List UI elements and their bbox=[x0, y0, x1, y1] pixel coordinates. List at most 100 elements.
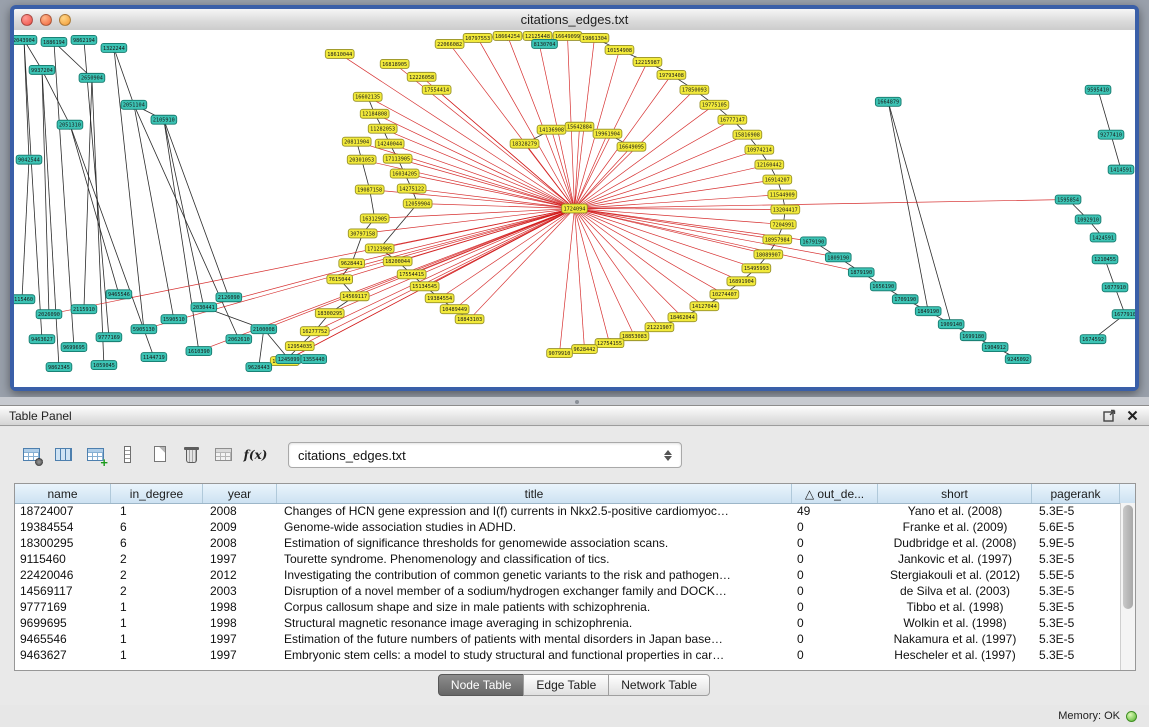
table-row[interactable]: 946362711997Embryonic stem cells: a mode… bbox=[15, 647, 1120, 663]
float-panel-icon[interactable] bbox=[1102, 408, 1117, 423]
close-window-button[interactable] bbox=[21, 14, 33, 26]
rows-icon[interactable] bbox=[114, 442, 141, 468]
svg-text:9628441: 9628441 bbox=[341, 261, 363, 267]
svg-text:1809190: 1809190 bbox=[827, 255, 849, 261]
table-row[interactable]: 1456911722003Disruption of a novel membe… bbox=[15, 583, 1120, 599]
column-header-out_de[interactable]: △ out_de... bbox=[792, 484, 878, 503]
table-row[interactable]: 1830029562008Estimation of significance … bbox=[15, 535, 1120, 551]
table-cell: 5.9E-5 bbox=[1032, 536, 1120, 550]
svg-text:16034205: 16034205 bbox=[392, 171, 417, 177]
split-divider[interactable] bbox=[0, 397, 1149, 405]
window-titlebar[interactable]: citations_edges.txt bbox=[14, 9, 1135, 31]
table-header-row: namein_degreeyeartitle△ out_de...shortpa… bbox=[15, 484, 1135, 504]
table-vertical-scrollbar[interactable] bbox=[1120, 503, 1135, 670]
table-row[interactable]: 911546021997Tourette syndrome. Phenomeno… bbox=[15, 551, 1120, 567]
table-cell: de Silva et al. (2003) bbox=[878, 584, 1032, 598]
table-cell: 49 bbox=[792, 504, 878, 518]
close-panel-icon[interactable] bbox=[1125, 408, 1140, 423]
show-columns-icon[interactable] bbox=[50, 442, 77, 468]
svg-text:16602135: 16602135 bbox=[355, 95, 380, 101]
import-table-icon[interactable] bbox=[210, 442, 237, 468]
table-panel-title: Table Panel bbox=[9, 409, 72, 423]
svg-text:18843103: 18843103 bbox=[457, 317, 482, 323]
svg-text:1709190: 1709190 bbox=[894, 297, 916, 303]
svg-text:9245092: 9245092 bbox=[1007, 357, 1029, 363]
svg-text:9699695: 9699695 bbox=[63, 345, 85, 351]
svg-text:9595410: 9595410 bbox=[1087, 88, 1109, 94]
table-cell: 0 bbox=[792, 568, 878, 582]
network-view-window[interactable]: citations_edges.txt 18610044168189051222… bbox=[10, 5, 1139, 391]
table-row[interactable]: 977716911998Corpus callosum shape and si… bbox=[15, 599, 1120, 615]
table-cell: 0 bbox=[792, 648, 878, 662]
svg-text:19087158: 19087158 bbox=[357, 187, 382, 193]
tab-edge-table[interactable]: Edge Table bbox=[523, 674, 609, 696]
column-header-year[interactable]: year bbox=[203, 484, 277, 503]
svg-text:1656190: 1656190 bbox=[872, 284, 894, 290]
svg-text:10974214: 10974214 bbox=[747, 148, 772, 154]
svg-text:2115910: 2115910 bbox=[73, 307, 95, 313]
svg-text:2043904: 2043904 bbox=[14, 38, 35, 44]
table-cell: 2 bbox=[111, 552, 203, 566]
new-file-icon[interactable] bbox=[146, 442, 173, 468]
svg-text:1664879: 1664879 bbox=[877, 100, 899, 106]
svg-text:9937204: 9937204 bbox=[31, 68, 53, 74]
table-row[interactable]: 2242004622012Investigating the contribut… bbox=[15, 567, 1120, 583]
table-cell: 9465546 bbox=[15, 632, 111, 646]
table-cell: Wolkin et al. (1998) bbox=[878, 616, 1032, 630]
table-cell: 1998 bbox=[203, 616, 277, 630]
table-cell: 0 bbox=[792, 584, 878, 598]
svg-text:9465546: 9465546 bbox=[108, 292, 130, 298]
table-cell: Yano et al. (2008) bbox=[878, 504, 1032, 518]
svg-text:16649099: 16649099 bbox=[555, 34, 580, 40]
svg-text:21221907: 21221907 bbox=[647, 325, 672, 331]
table-settings-icon[interactable] bbox=[18, 442, 45, 468]
table-cell: 6 bbox=[111, 520, 203, 534]
table-cell: 1 bbox=[111, 632, 203, 646]
table-cell: Estimation of significance thresholds fo… bbox=[277, 536, 792, 550]
column-header-short[interactable]: short bbox=[878, 484, 1032, 503]
table-cell: 1997 bbox=[203, 552, 277, 566]
edit-table-icon[interactable] bbox=[82, 442, 109, 468]
column-header-title[interactable]: title bbox=[277, 484, 792, 503]
zoom-window-button[interactable] bbox=[59, 14, 71, 26]
svg-text:16649095: 16649095 bbox=[619, 145, 644, 151]
tab-node-table[interactable]: Node Table bbox=[438, 674, 525, 696]
table-row[interactable]: 1938455462009Genome-wide association stu… bbox=[15, 519, 1120, 535]
svg-text:18328279: 18328279 bbox=[512, 142, 537, 148]
svg-text:16891904: 16891904 bbox=[729, 279, 754, 285]
svg-text:18200044: 18200044 bbox=[385, 259, 410, 265]
svg-text:2100008: 2100008 bbox=[253, 327, 275, 333]
delete-icon[interactable] bbox=[178, 442, 205, 468]
function-icon[interactable]: f(x) bbox=[242, 442, 269, 468]
svg-text:1909140: 1909140 bbox=[940, 322, 962, 328]
table-source-select[interactable]: citations_edges.txt bbox=[288, 442, 682, 468]
svg-text:1679190: 1679190 bbox=[802, 239, 824, 245]
header-scrollbar-stub bbox=[1120, 484, 1135, 503]
column-header-pagerank[interactable]: pagerank bbox=[1032, 484, 1120, 503]
table-row[interactable]: 1872400712008Changes of HCN gene express… bbox=[15, 503, 1120, 519]
table-cell: 0 bbox=[792, 520, 878, 534]
column-header-name[interactable]: name bbox=[15, 484, 111, 503]
svg-text:17554414: 17554414 bbox=[424, 88, 449, 94]
svg-text:14127044: 14127044 bbox=[692, 304, 717, 310]
svg-text:2051310: 2051310 bbox=[59, 123, 81, 129]
table-row[interactable]: 946554611997Estimation of the future num… bbox=[15, 631, 1120, 647]
table-row[interactable]: 969969511998Structural magnetic resonanc… bbox=[15, 615, 1120, 631]
tab-network-table[interactable]: Network Table bbox=[608, 674, 710, 696]
network-canvas[interactable]: 1861004416818905122260581755441416602135… bbox=[14, 30, 1135, 387]
table-cell: Genome-wide association studies in ADHD. bbox=[277, 520, 792, 534]
svg-text:10274407: 10274407 bbox=[712, 292, 737, 298]
table-cell: 1 bbox=[111, 648, 203, 662]
minimize-window-button[interactable] bbox=[40, 14, 52, 26]
table-cell: 5.3E-5 bbox=[1032, 584, 1120, 598]
table-cell: 6 bbox=[111, 536, 203, 550]
svg-text:12059904: 12059904 bbox=[405, 201, 430, 207]
svg-text:16818905: 16818905 bbox=[382, 62, 407, 68]
scrollbar-thumb[interactable] bbox=[1123, 505, 1133, 609]
column-header-in_degree[interactable]: in_degree bbox=[111, 484, 203, 503]
table-cell: 2 bbox=[111, 568, 203, 582]
svg-text:17850093: 17850093 bbox=[682, 88, 707, 94]
svg-text:12125448: 12125448 bbox=[525, 34, 550, 40]
table-cell: 1998 bbox=[203, 600, 277, 614]
table-cell: 2009 bbox=[203, 520, 277, 534]
